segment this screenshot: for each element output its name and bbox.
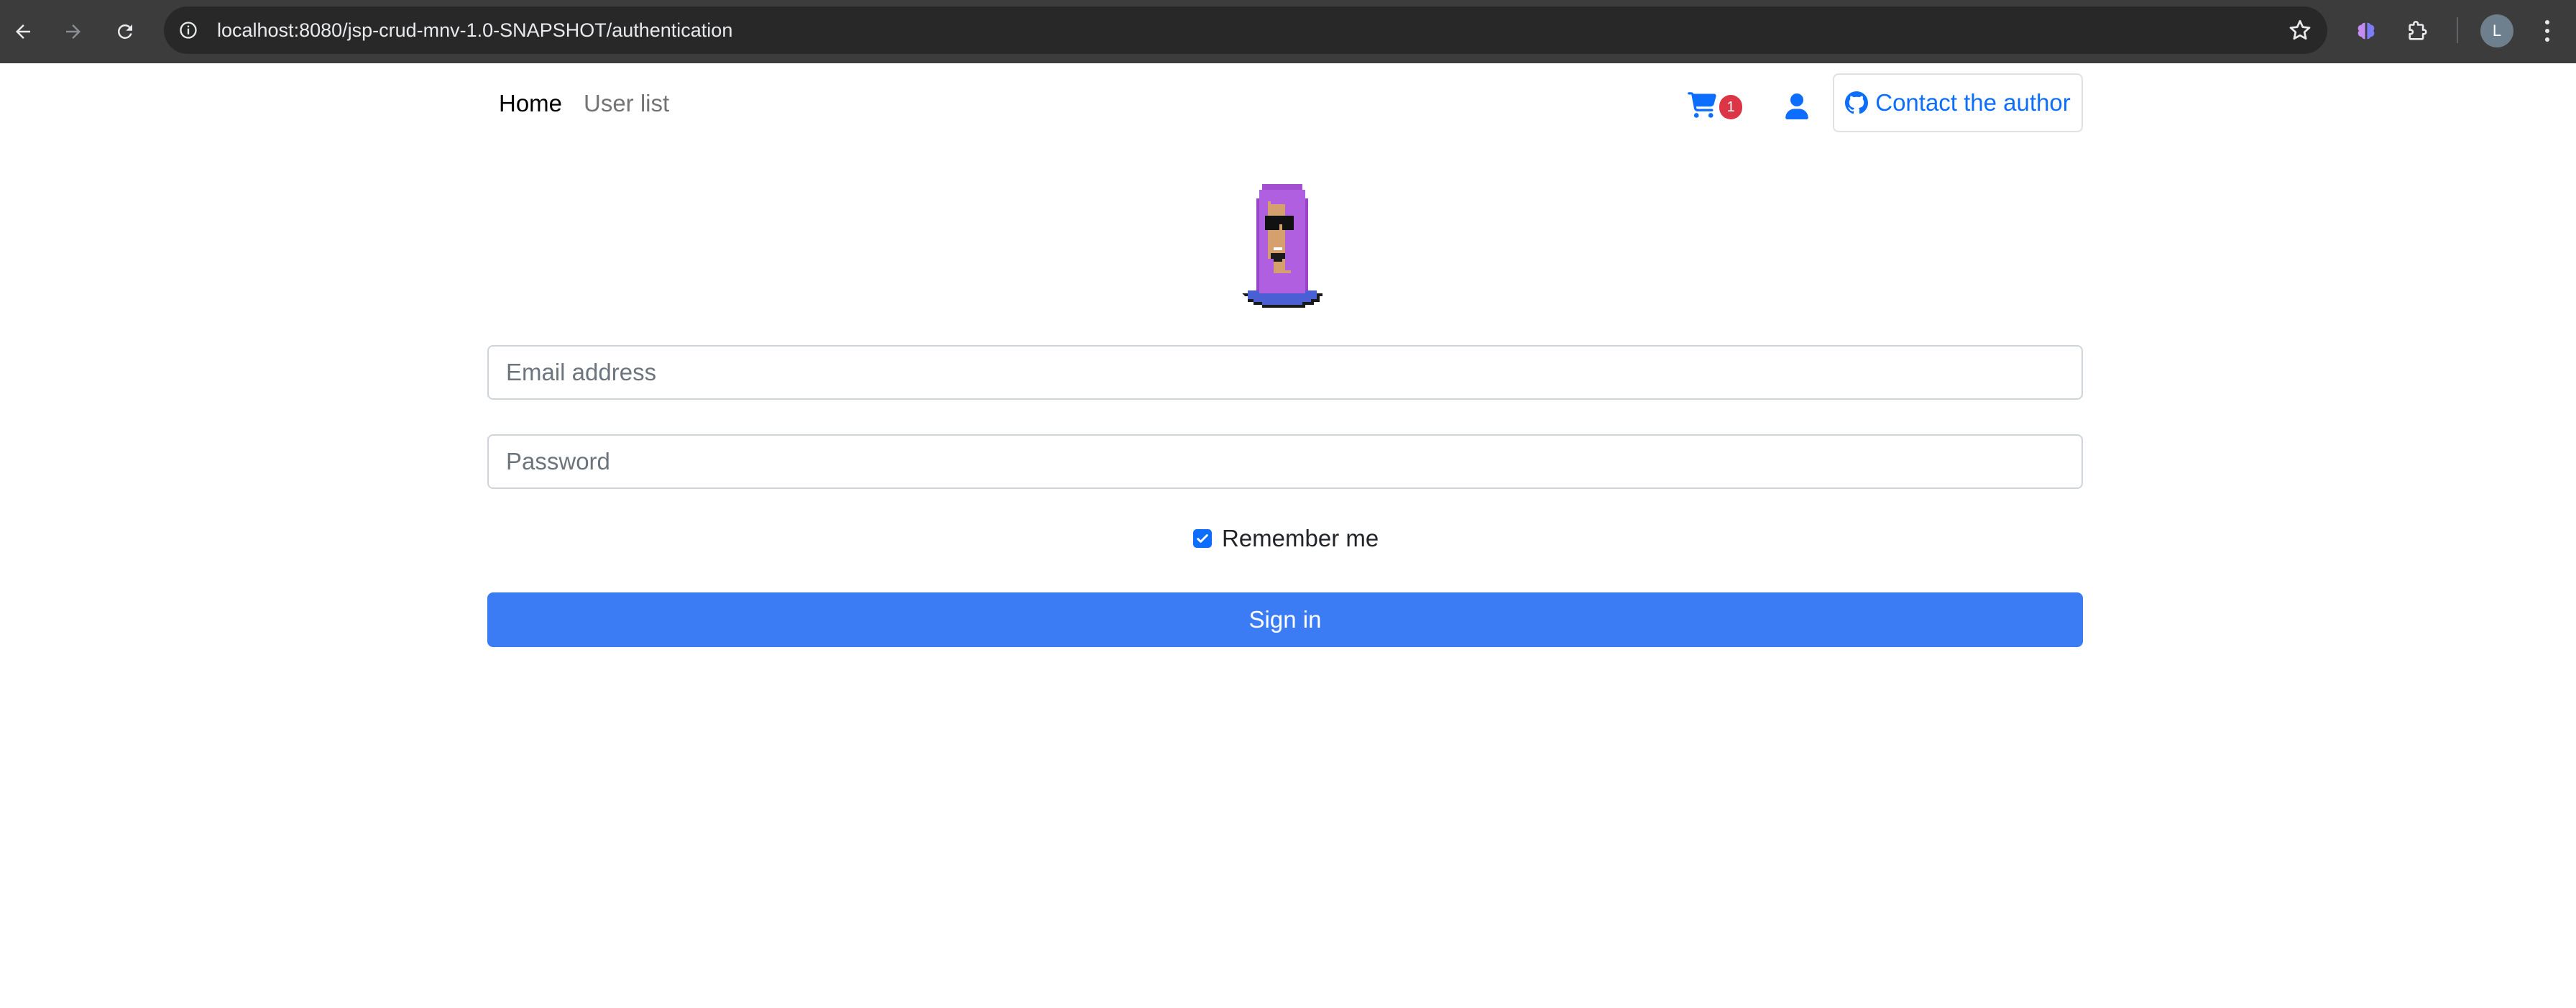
arrow-right-icon: [66, 24, 80, 39]
nav-home-link[interactable]: Home: [499, 89, 562, 118]
contact-author-label: Contact the author: [1875, 89, 2071, 116]
kebab-menu-icon[interactable]: [2531, 14, 2564, 47]
page-content: Home User list 1 Contact the author Emai…: [0, 63, 2576, 1008]
password-field[interactable]: [487, 434, 2083, 489]
brain-extension-icon[interactable]: [2350, 15, 2382, 47]
remember-me-label[interactable]: Remember me: [1222, 525, 1379, 552]
back-button[interactable]: [6, 14, 40, 49]
checkmark-icon: [1197, 534, 1208, 543]
user-icon: [1785, 93, 1808, 119]
sign-in-button[interactable]: Sign in: [487, 592, 2083, 647]
forward-button[interactable]: [56, 14, 91, 49]
cart-button[interactable]: 1: [1688, 91, 1745, 122]
contact-author-button[interactable]: Contact the author: [1833, 73, 2083, 132]
address-bar[interactable]: localhost:8080/jsp-crud-mnv-1.0-SNAPSHOT…: [164, 6, 2327, 54]
remember-me-checkbox[interactable]: [1193, 529, 1212, 548]
puzzle-icon[interactable]: [2402, 15, 2434, 47]
url-text[interactable]: localhost:8080/jsp-crud-mnv-1.0-SNAPSHOT…: [217, 19, 732, 42]
github-icon: [1845, 91, 1869, 114]
reload-icon: [118, 24, 132, 39]
star-icon[interactable]: [2287, 17, 2313, 43]
navbar: Home User list 1 Contact the author: [487, 73, 2083, 132]
reload-button[interactable]: [108, 14, 142, 49]
email-field[interactable]: [487, 345, 2083, 400]
profile-avatar[interactable]: L: [2480, 14, 2513, 47]
nav-user-list-link[interactable]: User list: [584, 89, 669, 118]
cart-count-badge: 1: [1719, 95, 1742, 119]
remember-me-row: Remember me: [1193, 523, 1379, 554]
info-icon[interactable]: [177, 19, 200, 42]
cart-icon: [1688, 92, 1716, 118]
toolbar-divider: [2457, 17, 2458, 43]
pixel-avatar: [1242, 184, 1322, 308]
browser-toolbar: localhost:8080/jsp-crud-mnv-1.0-SNAPSHOT…: [0, 0, 2576, 63]
user-account-button[interactable]: [1781, 91, 1813, 122]
arrow-left-icon: [16, 24, 30, 39]
